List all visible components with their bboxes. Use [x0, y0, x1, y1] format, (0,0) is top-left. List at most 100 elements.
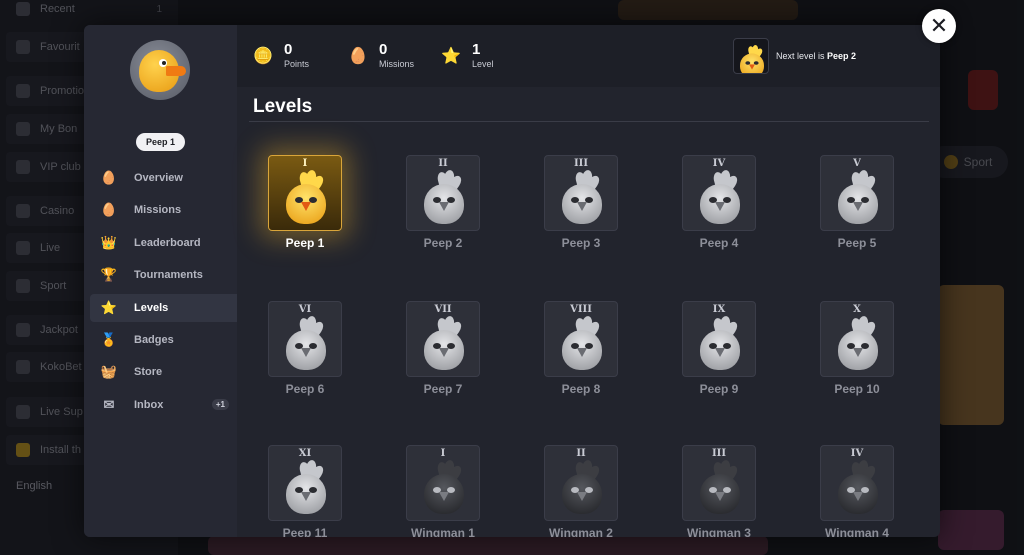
- level-badge: I: [268, 155, 342, 231]
- level-numeral: I: [440, 448, 446, 459]
- close-icon: ✕: [929, 13, 949, 38]
- trophy-icon: 🏆: [100, 267, 118, 283]
- level-name: Peep 9: [699, 382, 739, 396]
- level-card[interactable]: IV Wingman 4: [796, 445, 916, 537]
- inbox-count-badge: +1: [211, 399, 229, 411]
- level-card[interactable]: VI Peep 6: [244, 301, 364, 411]
- medal-icon: 🏅: [100, 331, 118, 347]
- level-numeral: X: [853, 304, 861, 315]
- level-badge: VI: [268, 301, 342, 377]
- eagle-icon: [420, 459, 468, 520]
- level-numeral: III: [711, 448, 727, 459]
- chick-icon: [558, 315, 606, 376]
- envelope-icon: ✉: [103, 396, 115, 412]
- menu-item-store[interactable]: 🧺 Store: [90, 358, 237, 386]
- level-name: Wingman 1: [411, 526, 475, 537]
- crown-icon: 👑: [100, 234, 118, 250]
- menu-item-levels[interactable]: ⭐ Levels: [90, 293, 237, 322]
- level-name: Peep 2: [423, 236, 463, 250]
- level-numeral: VI: [298, 304, 312, 315]
- level-name: Peep 1: [285, 236, 325, 250]
- chick-icon: [282, 169, 330, 230]
- level-name: Wingman 3: [687, 526, 751, 537]
- close-button[interactable]: ✕: [922, 9, 956, 43]
- eagle-icon: [558, 459, 606, 520]
- menu-item-leaderboard[interactable]: 👑 Leaderboard: [90, 229, 237, 257]
- level-card[interactable]: IX Peep 9: [658, 301, 778, 411]
- levels-grid: I Peep 1 II Peep 2 III Peep 3 IV Peep 4 V Peep 5V…: [237, 25, 940, 537]
- level-badge: VII: [406, 301, 480, 377]
- chick-icon: [834, 169, 882, 230]
- level-name: Peep 3: [561, 236, 601, 250]
- level-card[interactable]: V Peep 5: [796, 155, 916, 265]
- level-card[interactable]: II Wingman 2: [520, 445, 640, 537]
- level-card[interactable]: III Wingman 3: [658, 445, 778, 537]
- level-numeral: VII: [434, 304, 452, 315]
- level-card[interactable]: III Peep 3: [520, 155, 640, 265]
- level-name: Peep 7: [423, 382, 463, 396]
- egg-icon: 🥚: [100, 170, 118, 185]
- chick-icon: [696, 169, 744, 230]
- level-card[interactable]: X Peep 10: [796, 301, 916, 411]
- level-badge: V: [820, 155, 894, 231]
- menu-item-tournaments[interactable]: 🏆 Tournaments: [90, 261, 237, 289]
- level-badge: II: [406, 155, 480, 231]
- level-numeral: IV: [712, 158, 726, 169]
- star-icon: ⭐: [100, 299, 118, 315]
- level-name: Peep 6: [285, 382, 325, 396]
- level-badge: IV: [682, 155, 756, 231]
- eagle-icon: [834, 459, 882, 520]
- level-card[interactable]: I Wingman 1: [382, 445, 502, 537]
- level-badge: VIII: [544, 301, 618, 377]
- basket-icon: 🧺: [100, 364, 118, 380]
- menu-item-missions[interactable]: 🥚 Missions: [90, 196, 237, 224]
- level-badge: III: [682, 445, 756, 521]
- level-badge: IV: [820, 445, 894, 521]
- level-badge: II: [544, 445, 618, 521]
- level-name: Wingman 4: [825, 526, 889, 537]
- chick-icon: [834, 315, 882, 376]
- rank-badge: Peep 1: [136, 133, 185, 151]
- chick-icon: [282, 315, 330, 376]
- level-card[interactable]: II Peep 2: [382, 155, 502, 265]
- chick-icon: [696, 315, 744, 376]
- level-card[interactable]: IV Peep 4: [658, 155, 778, 265]
- modal-sidebar: Peep 1 🥚 Overview 🥚 Missions 👑 Leaderboard …: [84, 25, 237, 537]
- level-numeral: I: [302, 158, 308, 169]
- level-badge: X: [820, 301, 894, 377]
- eagle-icon: [696, 459, 744, 520]
- level-numeral: XI: [298, 448, 312, 459]
- menu-item-inbox[interactable]: ✉ Inbox +1: [90, 391, 237, 419]
- level-name: Peep 4: [699, 236, 739, 250]
- level-badge: I: [406, 445, 480, 521]
- levels-modal: Peep 1 🥚 Overview 🥚 Missions 👑 Leaderboard …: [84, 25, 940, 537]
- level-name: Peep 11: [282, 526, 328, 537]
- level-name: Peep 8: [561, 382, 601, 396]
- level-badge: III: [544, 155, 618, 231]
- chick-icon: [420, 315, 468, 376]
- level-numeral: II: [576, 448, 586, 459]
- level-badge: IX: [682, 301, 756, 377]
- level-numeral: V: [853, 158, 861, 169]
- level-numeral: III: [573, 158, 589, 169]
- level-name: Peep 10: [834, 382, 880, 396]
- avatar: [130, 40, 190, 100]
- chick-icon: [420, 169, 468, 230]
- menu-item-badges[interactable]: 🏅 Badges: [90, 326, 237, 354]
- level-card[interactable]: VIII Peep 8: [520, 301, 640, 411]
- level-card[interactable]: I Peep 1: [244, 155, 364, 265]
- level-card[interactable]: VII Peep 7: [382, 301, 502, 411]
- menu-item-overview[interactable]: 🥚 Overview: [90, 164, 237, 192]
- chick-icon: [558, 169, 606, 230]
- level-card[interactable]: XI Peep 11: [244, 445, 364, 537]
- level-numeral: IX: [712, 304, 726, 315]
- speckled-egg-icon: 🥚: [100, 202, 118, 218]
- level-numeral: VIII: [570, 304, 592, 315]
- level-badge: XI: [268, 445, 342, 521]
- level-name: Wingman 2: [549, 526, 613, 537]
- modal-menu: 🥚 Overview 🥚 Missions 👑 Leaderboard 🏆 Tourna…: [90, 164, 237, 423]
- chick-icon: [282, 459, 330, 520]
- level-numeral: IV: [850, 448, 864, 459]
- level-name: Peep 5: [837, 236, 877, 250]
- level-numeral: II: [438, 158, 448, 169]
